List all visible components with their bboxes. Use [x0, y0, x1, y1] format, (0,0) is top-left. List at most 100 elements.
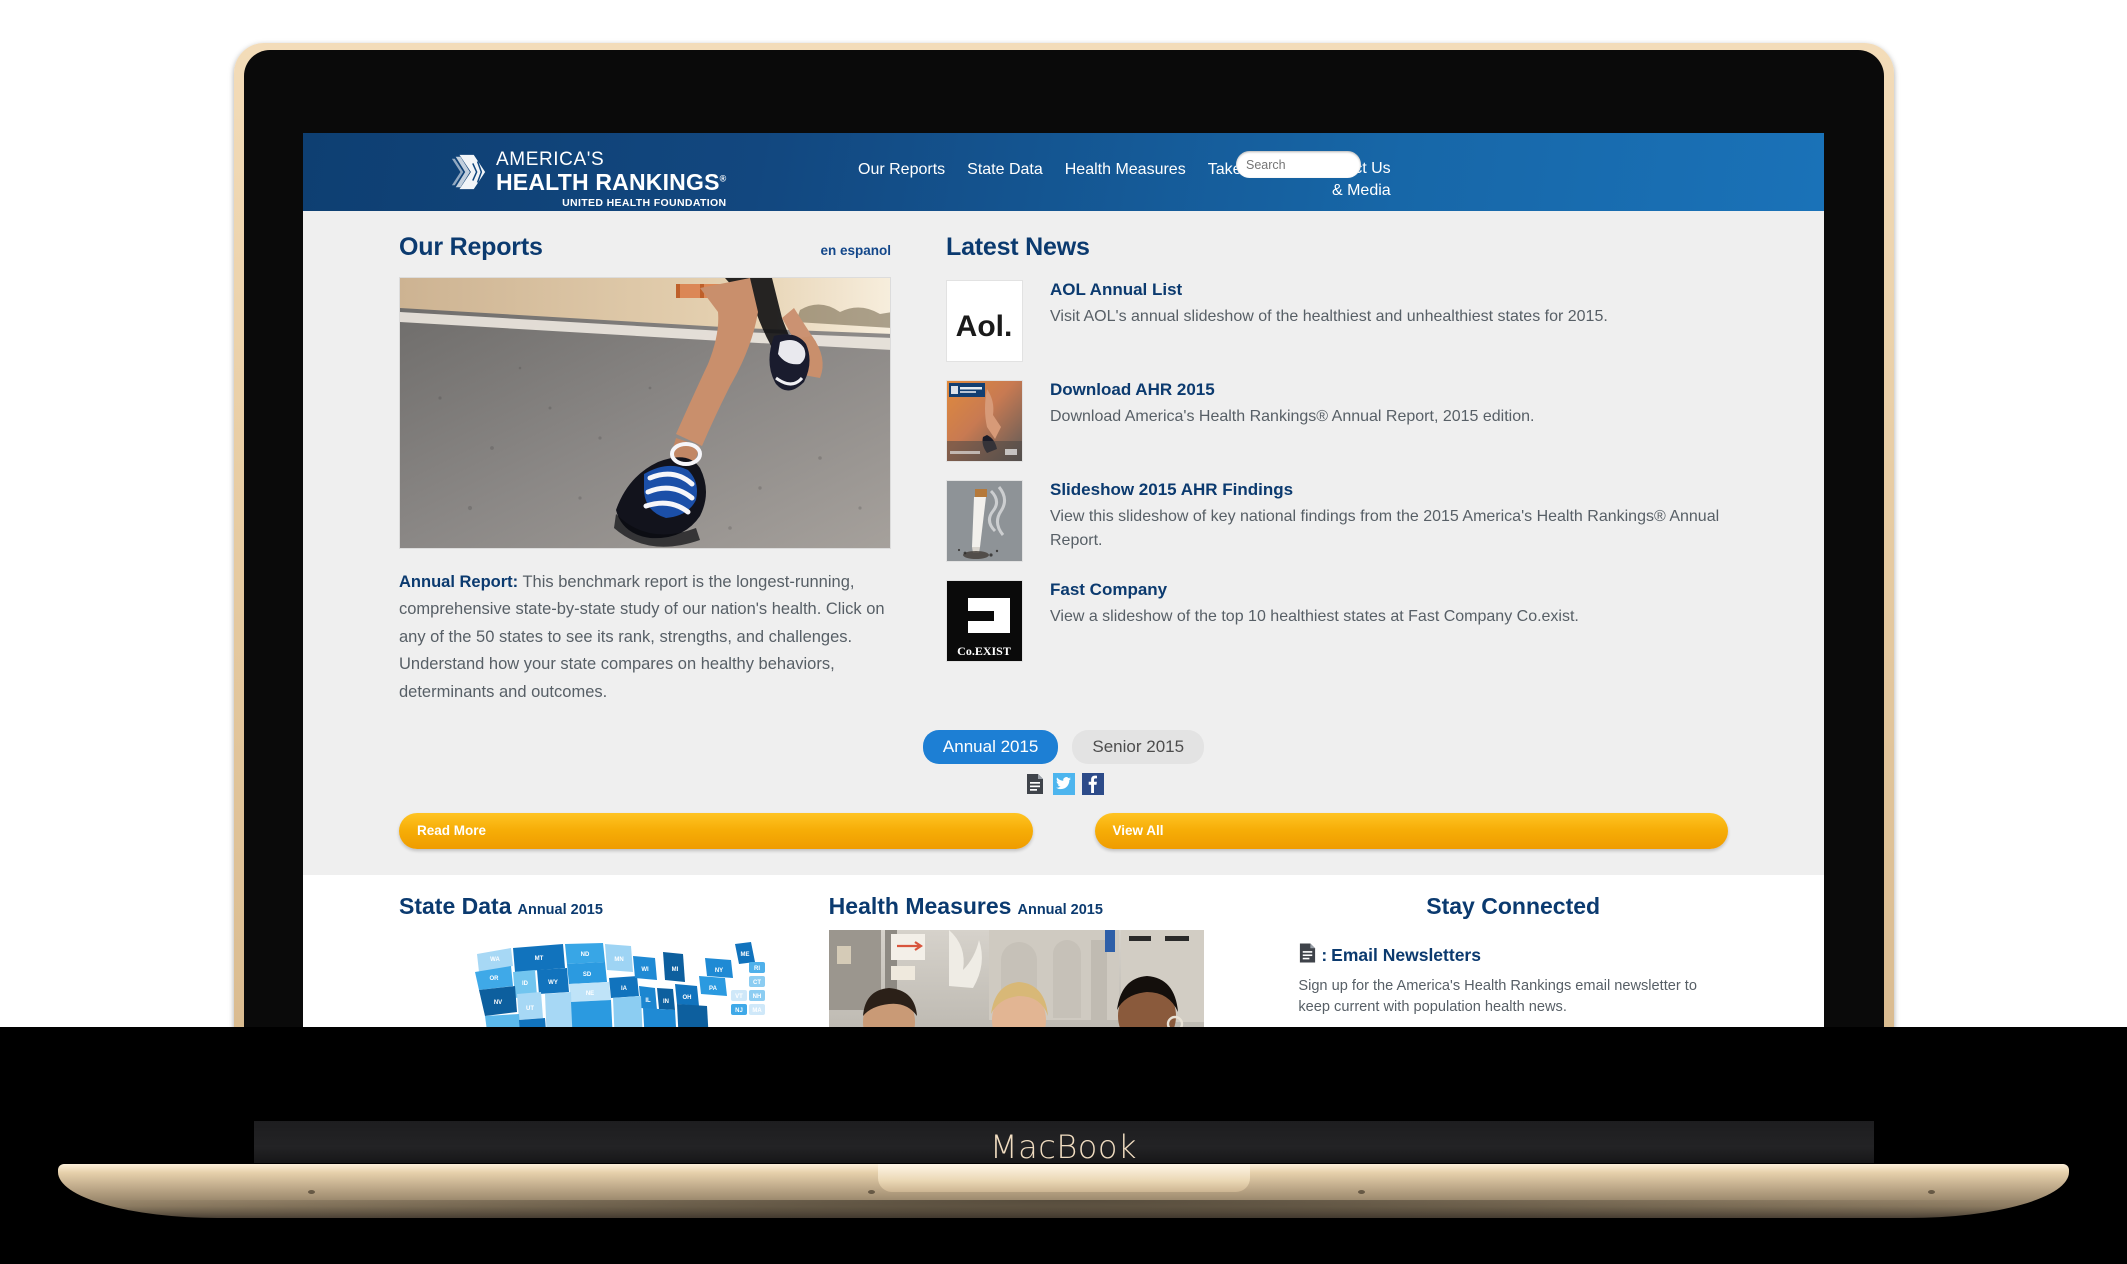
ahr-report-cover-thumbnail[interactable]: [946, 380, 1023, 462]
macbook-wordmark: MacBook: [990, 1128, 1137, 1166]
stay-connected-heading: Stay Connected: [1426, 892, 1601, 919]
svg-text:SD: SD: [583, 972, 592, 978]
health-measures-heading: Health Measures Annual 2015: [829, 893, 1259, 920]
state-data-subtitle: Annual 2015: [517, 901, 603, 918]
facebook-f-icon: [1088, 775, 1097, 793]
svg-text:VT: VT: [735, 994, 743, 1000]
cta-buttons: Read More View All: [303, 795, 1824, 875]
news-item[interactable]: Co.EXIST Fast Company View a slideshow o…: [946, 580, 1728, 662]
read-more-button[interactable]: Read More: [399, 812, 1033, 849]
site-logo[interactable]: AMERICA'S HEALTH RANKINGS® UNITED HEALTH…: [450, 150, 726, 209]
news-item[interactable]: Aol. AOL Annual List Visit AOL's annual …: [946, 280, 1728, 362]
svg-text:NY: NY: [715, 968, 723, 974]
aol-logo-icon: Aol.: [947, 281, 1022, 361]
email-newsletters-description: Sign up for the America's Health Ranking…: [1298, 977, 1697, 1016]
hero-runner-image[interactable]: [399, 277, 891, 549]
our-reports-column: Our Reports en espanol Annual Report: Th…: [399, 233, 891, 706]
svg-text:RI: RI: [754, 966, 760, 972]
latest-news-heading: Latest News: [946, 233, 1090, 261]
news-title-link[interactable]: Fast Company: [1050, 580, 1728, 600]
svg-text:ME: ME: [740, 952, 749, 958]
svg-text:OH: OH: [682, 995, 691, 1001]
search-box[interactable]: [1236, 151, 1361, 178]
svg-text:ND: ND: [580, 952, 589, 958]
document-glyph-icon: [1300, 943, 1316, 963]
svg-text:NV: NV: [494, 1000, 502, 1006]
svg-text:NE: NE: [586, 991, 594, 997]
share-icons: [303, 772, 1824, 795]
svg-text:MN: MN: [614, 957, 623, 963]
document-glyph-icon: [1026, 773, 1043, 794]
ahr-chevron-logo-icon: [451, 154, 486, 190]
news-description: View this slideshow of key national find…: [1050, 508, 1720, 549]
twitter-icon[interactable]: [1052, 772, 1075, 795]
svg-text:PA: PA: [709, 986, 718, 992]
svg-text:NJ: NJ: [735, 1008, 743, 1014]
news-description: Visit AOL's annual slideshow of the heal…: [1050, 308, 1608, 325]
nav-item-health-measures[interactable]: Health Measures: [1065, 158, 1186, 179]
svg-text:IA: IA: [621, 986, 628, 992]
view-all-button[interactable]: View All: [1094, 812, 1728, 849]
document-icon[interactable]: [1024, 773, 1046, 795]
tab-annual-2015[interactable]: Annual 2015: [922, 729, 1059, 764]
logo-trademark: ®: [719, 173, 727, 184]
contact-line-2: & Media: [1331, 181, 1391, 199]
health-measures-subtitle: Annual 2015: [1017, 901, 1103, 918]
bottom-section: State Data Annual 2015 WA OR MT ID ND SD…: [303, 874, 1824, 1050]
news-description: View a slideshow of the top 10 healthies…: [1050, 608, 1579, 625]
cigarette-photo-thumbnail[interactable]: [946, 480, 1023, 562]
annual-report-text: This benchmark report is the longest-run…: [399, 573, 885, 701]
document-icon: [1298, 942, 1317, 969]
screenshot-stage: AMERICA'S HEALTH RANKINGS® UNITED HEALTH…: [0, 0, 2127, 1264]
browser-viewport: AMERICA'S HEALTH RANKINGS® UNITED HEALTH…: [303, 133, 1824, 1081]
annual-report-label: Annual Report:: [399, 573, 519, 591]
fast-company-coexist-icon: Co.EXIST: [947, 581, 1022, 661]
svg-text:MT: MT: [534, 956, 543, 962]
annual-report-blurb: Annual Report: This benchmark report is …: [399, 569, 891, 706]
laptop-base-shadow: [58, 1200, 2069, 1226]
state-data-title: State Data: [399, 892, 512, 919]
website-root: AMERICA'S HEALTH RANKINGS® UNITED HEALTH…: [303, 133, 1824, 1050]
en-espanol-link[interactable]: en espanol: [820, 243, 891, 258]
svg-text:ID: ID: [522, 981, 529, 987]
svg-text:WY: WY: [548, 980, 558, 986]
search-input[interactable]: [1236, 151, 1361, 178]
svg-text:IL: IL: [645, 998, 651, 1004]
nav-item-state-data[interactable]: State Data: [967, 158, 1043, 179]
svg-text:MI: MI: [671, 967, 678, 973]
hero-runner-illustration: [400, 278, 890, 548]
facebook-icon[interactable]: [1081, 772, 1104, 795]
site-header: AMERICA'S HEALTH RANKINGS® UNITED HEALTH…: [303, 133, 1824, 211]
health-measures-title: Health Measures: [828, 892, 1012, 919]
nav-item-our-reports[interactable]: Our Reports: [858, 158, 945, 179]
svg-text:MA: MA: [752, 1008, 762, 1014]
aol-logo-thumbnail[interactable]: Aol.: [946, 280, 1023, 362]
svg-text:WI: WI: [641, 967, 649, 973]
report-tabs: Annual 2015 Senior 2015: [303, 729, 1824, 764]
svg-text:IN: IN: [663, 999, 669, 1005]
main-gray-band: Our Reports en espanol Annual Report: Th…: [303, 211, 1824, 875]
news-item[interactable]: Slideshow 2015 AHR Findings View this sl…: [946, 480, 1728, 562]
email-newsletters-row[interactable]: : Email Newsletters: [1298, 942, 1728, 969]
svg-text:UT: UT: [526, 1006, 534, 1012]
svg-text:CT: CT: [753, 980, 761, 986]
news-title-link[interactable]: AOL Annual List: [1050, 280, 1728, 300]
news-title-link[interactable]: Download AHR 2015: [1050, 380, 1728, 400]
email-newsletters-link[interactable]: Email Newsletters: [1331, 945, 1481, 966]
news-title-link[interactable]: Slideshow 2015 AHR Findings: [1050, 480, 1728, 500]
logo-line-2: HEALTH RANKINGS: [496, 169, 720, 195]
latest-news-column: Latest News Aol. AOL Annual List Visit A…: [891, 233, 1728, 706]
twitter-bird-icon: [1056, 777, 1071, 790]
svg-text:WA: WA: [490, 957, 500, 963]
content-columns: Our Reports en espanol Annual Report: Th…: [303, 211, 1824, 706]
logo-line-1: AMERICA'S: [496, 149, 605, 170]
svg-text:Aol.: Aol.: [956, 310, 1013, 343]
tab-senior-2015[interactable]: Senior 2015: [1072, 729, 1205, 764]
email-separator: :: [1321, 944, 1328, 965]
fast-company-logo-thumbnail[interactable]: Co.EXIST: [946, 580, 1023, 662]
ahr-report-cover-icon: [947, 381, 1022, 461]
news-description: Download America's Health Rankings® Annu…: [1050, 408, 1535, 425]
news-item[interactable]: Download AHR 2015 Download America's Hea…: [946, 380, 1728, 462]
our-reports-heading: Our Reports: [399, 233, 543, 261]
state-data-heading: State Data Annual 2015: [399, 893, 829, 920]
